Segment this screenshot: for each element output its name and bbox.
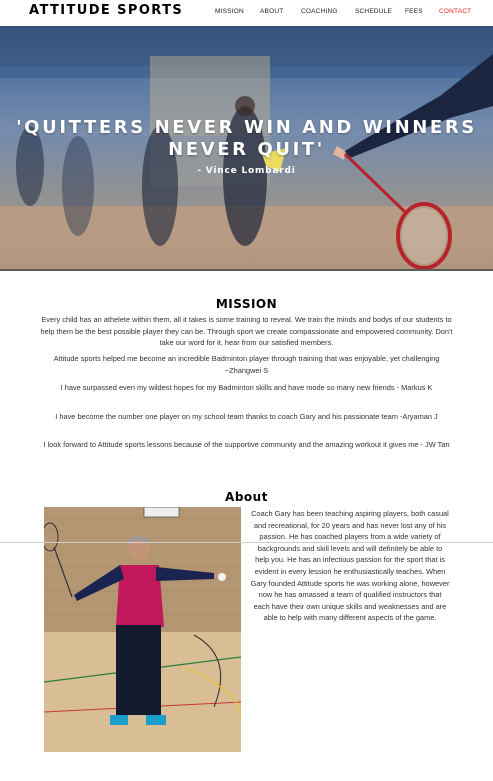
mission-title: MISSION <box>215 297 278 311</box>
testimonial-3: I have become the number one player on m… <box>55 412 438 421</box>
hero-quote-author: - Vince Lombardi <box>197 166 296 176</box>
mission-intro: Every child has an athelete within them,… <box>40 315 453 348</box>
coach-photo <box>44 507 241 752</box>
nav-contact[interactable]: CONTACT <box>439 8 471 15</box>
testimonial-1: Attitude sports helped me become an incr… <box>53 354 440 375</box>
nav-fees[interactable]: FEES <box>405 8 423 15</box>
hero-divider <box>0 269 493 271</box>
nav-coaching[interactable]: COACHING <box>301 8 338 15</box>
hero-banner: 'QUITTERS NEVER WIN AND WINNERS NEVER QU… <box>0 26 493 270</box>
about-title: About <box>225 490 268 504</box>
main-nav: MISSION ABOUT COACHING SCHEDULE FEES CON… <box>0 8 493 20</box>
nav-schedule[interactable]: SCHEDULE <box>355 8 392 15</box>
site-header: ATTITUDE SPORTS MISSION ABOUT COACHING S… <box>0 0 493 26</box>
testimonial-4: I look forward to Attitude sports lesson… <box>43 440 450 449</box>
nav-about[interactable]: ABOUT <box>260 8 283 15</box>
about-text: Coach Gary has been teaching aspiring pl… <box>250 509 450 623</box>
testimonial-2: I have surpassed even my wildest hopes f… <box>60 383 433 392</box>
hero-quote: 'QUITTERS NEVER WIN AND WINNERS NEVER QU… <box>16 117 477 160</box>
nav-mission[interactable]: MISSION <box>215 8 244 15</box>
